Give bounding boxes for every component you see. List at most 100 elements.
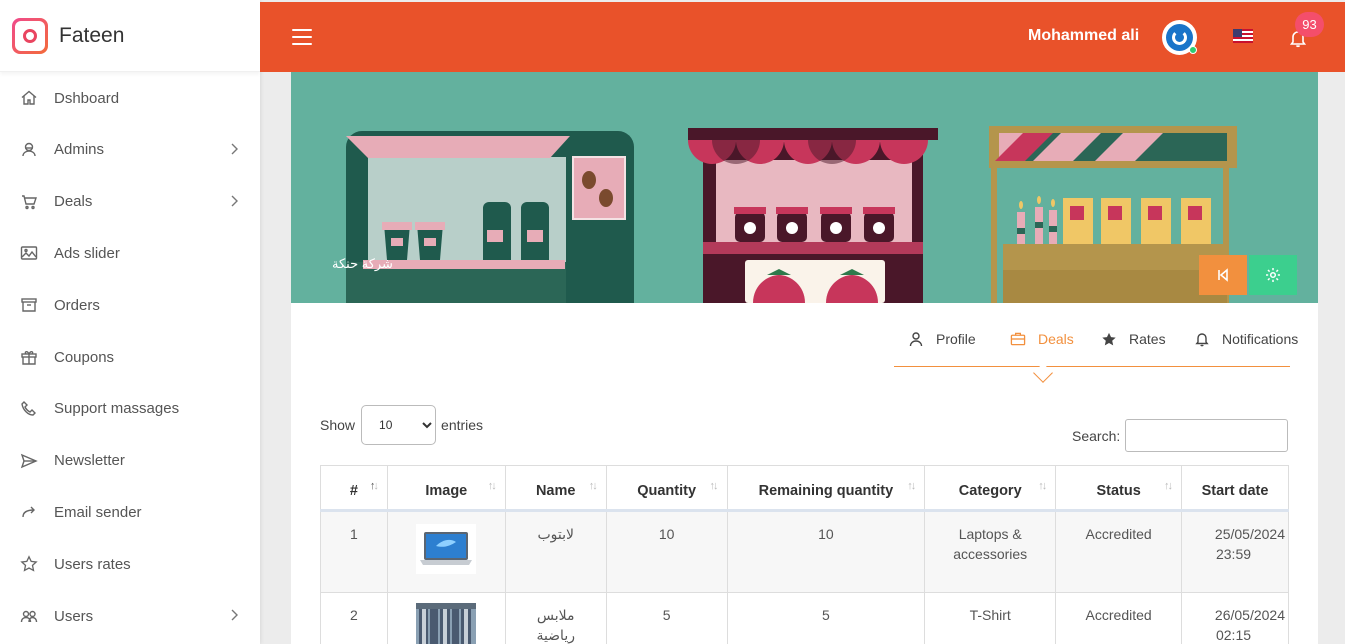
sidebar-item-users[interactable]: Users xyxy=(0,590,260,642)
sidebar-item-label: Coupons xyxy=(54,348,115,366)
company-name: شركة حنكة xyxy=(332,256,393,271)
search-input[interactable] xyxy=(1125,419,1289,452)
table-row[interactable]: 2 ملابس رياضية 5 5 T-Shirt Accredited 26… xyxy=(320,592,1289,644)
company-card: شركة حنكة Profile Deals Rates Notificati… xyxy=(291,72,1318,644)
laptop-image xyxy=(416,524,477,574)
bell-icon xyxy=(1194,331,1210,347)
sidebar-item-label: Orders xyxy=(54,296,100,314)
cell-image xyxy=(386,510,506,593)
sidebar-item-label: Ads slider xyxy=(54,244,120,262)
sidebar-item-users-rates[interactable]: Users rates xyxy=(0,538,260,590)
home-icon xyxy=(20,89,38,107)
admins-icon xyxy=(20,141,38,159)
top-header: Mohammed ali 93 xyxy=(260,2,1345,72)
active-tab-indicator xyxy=(1033,363,1053,383)
back-button[interactable] xyxy=(1199,255,1247,295)
sidebar-item-label: Newsletter xyxy=(54,452,125,470)
chevron-right-icon xyxy=(230,608,238,624)
cell-start-date: 26/05/2024 02:15 xyxy=(1181,592,1289,644)
chevron-right-icon xyxy=(230,142,238,158)
cell-remaining-quantity: 10 xyxy=(726,510,926,593)
brand-name: Fateen xyxy=(59,23,125,47)
start-date: 25/05/2024 xyxy=(1214,526,1285,542)
cart-icon xyxy=(20,193,38,211)
column-header-remaining-quantity[interactable]: Remaining quantity ↑↓ xyxy=(726,465,926,512)
sidebar-item-label: Dshboard xyxy=(54,89,120,107)
tab-label: Deals xyxy=(1038,331,1074,347)
archive-icon xyxy=(20,296,38,314)
cell-start-date: 25/05/2024 23:59 xyxy=(1181,510,1289,593)
column-header-start-date[interactable]: Start date xyxy=(1181,465,1289,512)
tab-rates[interactable]: Rates xyxy=(1101,331,1166,347)
sidebar-item-ads-slider[interactable]: Ads slider xyxy=(0,228,260,280)
column-header-category[interactable]: Category ↑↓ xyxy=(924,465,1057,512)
notification-count-badge: 93 xyxy=(1295,12,1324,37)
chevron-right-icon xyxy=(230,194,238,210)
cell-name: ملابس رياضية xyxy=(504,592,607,644)
market-stalls-illustration xyxy=(346,126,1237,303)
briefcase-icon xyxy=(1010,331,1026,347)
star-icon xyxy=(1101,331,1117,347)
sidebar-item-admins[interactable]: Admins xyxy=(0,124,260,176)
tab-label: Profile xyxy=(936,331,976,347)
tab-deals[interactable]: Deals xyxy=(1010,331,1074,347)
online-status-dot xyxy=(1189,46,1197,54)
brand-logo xyxy=(12,17,48,54)
sidebar-menu: Dshboard Admins Deals Ads slider Orders … xyxy=(0,72,260,642)
sidebar-item-orders[interactable]: Orders xyxy=(0,279,260,331)
sidebar-item-label: Users xyxy=(54,607,94,625)
cell-number: 2 xyxy=(320,592,388,644)
cell-number: 1 xyxy=(320,510,388,593)
share-icon xyxy=(20,503,38,521)
sidebar-item-coupons[interactable]: Coupons xyxy=(0,331,260,383)
sidebar-item-dashboard[interactable]: Dshboard xyxy=(0,72,260,124)
cell-image xyxy=(386,592,506,644)
table-search: Search: xyxy=(1072,419,1289,452)
tab-label: Rates xyxy=(1129,331,1166,347)
column-header-quantity[interactable]: Quantity ↑↓ xyxy=(605,465,728,512)
sidebar-item-label: Admins xyxy=(54,141,105,159)
settings-button[interactable] xyxy=(1249,255,1297,295)
hamburger-menu-icon[interactable] xyxy=(292,29,312,50)
start-time: 02:15 xyxy=(1215,627,1252,643)
brand[interactable]: Fateen xyxy=(0,0,260,72)
column-header-image[interactable]: Image ↑↓ xyxy=(386,465,506,512)
sidebar-item-newsletter[interactable]: Newsletter xyxy=(0,435,260,487)
cell-name: لابتوب xyxy=(504,510,607,593)
cell-status: Accredited xyxy=(1055,510,1183,593)
start-time: 23:59 xyxy=(1215,546,1252,562)
sidebar-item-label: Deals xyxy=(54,193,93,211)
entries-select[interactable]: 10 25 50 100 xyxy=(361,405,437,445)
sidebar-item-label: Support massages xyxy=(54,400,180,418)
sidebar-item-label: Email sender xyxy=(54,503,142,521)
avatar[interactable] xyxy=(1162,20,1197,55)
sidebar-item-deals[interactable]: Deals xyxy=(0,176,260,228)
search-label: Search: xyxy=(1072,427,1121,444)
column-header-name[interactable]: Name ↑↓ xyxy=(504,465,607,512)
sidebar: Fateen Dshboard Admins Deals Ads slider … xyxy=(0,0,260,644)
gift-icon xyxy=(20,348,38,366)
clothes-image xyxy=(416,603,477,644)
skip-back-icon xyxy=(1218,268,1228,282)
tab-profile[interactable]: Profile xyxy=(908,331,976,347)
show-label: Show xyxy=(320,417,356,433)
us-flag-icon[interactable] xyxy=(1233,29,1253,43)
table-row[interactable]: 1 لابتوب 10 10 Laptops & accessories Acc… xyxy=(320,510,1289,593)
cell-quantity: 5 xyxy=(605,592,728,644)
start-date: 26/05/2024 xyxy=(1214,607,1285,623)
user-name[interactable]: Mohammed ali xyxy=(1028,27,1139,45)
column-header-number[interactable]: # ↑↓ xyxy=(320,465,388,512)
tab-label: Notifications xyxy=(1222,331,1299,347)
image-icon xyxy=(20,244,38,262)
deals-table: # ↑↓ Image ↑↓ Name ↑↓ Quantity ↑↓ Remaining … xyxy=(320,465,1289,644)
sidebar-item-email-sender[interactable]: Email sender xyxy=(0,487,260,539)
column-header-status[interactable]: Status ↑↓ xyxy=(1055,465,1183,512)
tab-notifications[interactable]: Notifications xyxy=(1194,331,1298,347)
company-banner: شركة حنكة xyxy=(291,72,1318,303)
profile-tabs: Profile Deals Rates Notifications xyxy=(894,320,1298,383)
sidebar-item-support-massages[interactable]: Support massages xyxy=(0,383,260,435)
cell-quantity: 10 xyxy=(605,510,728,593)
send-icon xyxy=(20,452,38,470)
star-icon xyxy=(20,555,38,573)
cell-category: T-Shirt xyxy=(924,592,1057,644)
